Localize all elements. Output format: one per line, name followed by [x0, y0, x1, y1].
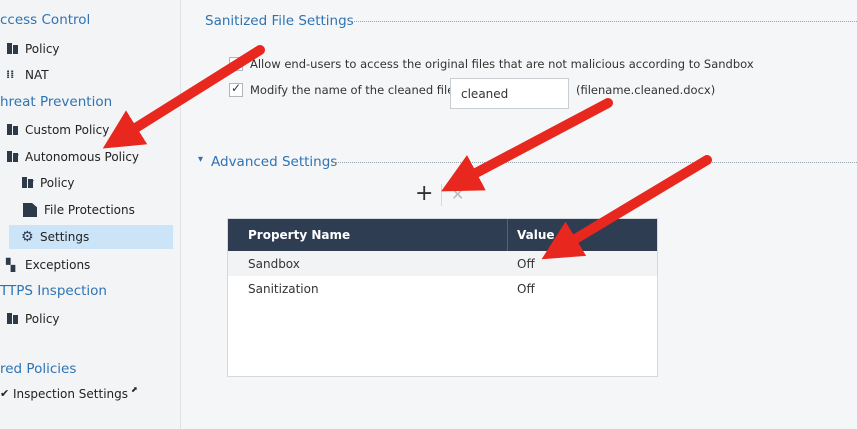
sidebar-item-https-policy[interactable]: Policy — [6, 307, 60, 331]
section-shared-policies[interactable]: red Policies — [0, 361, 76, 377]
sidebar-item-label: Policy — [25, 42, 60, 56]
policy-book-icon — [6, 123, 20, 137]
section-threat-prevention[interactable]: hreat Prevention — [0, 94, 112, 110]
sidebar-item-label: Custom Policy — [25, 123, 110, 137]
settings-panel: Sanitized File Settings Allow end-users … — [182, 0, 857, 429]
section-divider — [332, 162, 857, 163]
sidebar-item-label: Policy — [40, 176, 75, 190]
advanced-settings-title[interactable]: Advanced Settings — [211, 154, 337, 170]
column-header-property-name[interactable]: Property Name — [248, 219, 350, 251]
section-access-control[interactable]: ccess Control — [0, 12, 90, 28]
table-row[interactable]: Sanitization Off — [228, 276, 657, 301]
modify-cleaned-name-checkbox[interactable] — [229, 81, 243, 97]
external-link-icon: ⬈ — [131, 384, 138, 394]
column-header-value[interactable]: Value — [517, 219, 555, 251]
collapse-toggle-icon[interactable]: ▾ — [198, 154, 203, 165]
cleaned-suffix-input[interactable]: cleaned — [450, 78, 569, 109]
file-icon — [23, 203, 37, 217]
sidebar-item-access-policy[interactable]: Policy — [6, 37, 60, 61]
policy-book-icon — [6, 312, 20, 326]
sidebar-item-settings[interactable]: ⚙ Settings — [9, 225, 173, 249]
nat-icon: ⁞⁞ — [6, 68, 15, 81]
property-name-cell: Sanitization — [248, 281, 319, 296]
value-cell[interactable]: Off — [517, 276, 535, 301]
sidebar-item-label: Policy — [25, 312, 60, 326]
property-name-cell: Sandbox — [248, 256, 300, 271]
inspection-settings-icon: ✔ — [0, 387, 10, 400]
sidebar-item-nat[interactable]: ⁞⁞ NAT — [6, 63, 49, 87]
value-cell[interactable]: Off — [517, 251, 535, 276]
sidebar-item-label: Exceptions — [25, 258, 91, 272]
sidebar-item-label: File Protections — [44, 203, 135, 217]
allow-original-files-label: Allow end-users to access the original f… — [250, 57, 754, 71]
sidebar-item-label: NAT — [25, 68, 49, 82]
sidebar-item-inspection-settings[interactable]: ✔ Inspection Settings ⬈ — [0, 382, 138, 406]
column-separator — [507, 219, 508, 251]
sidebar-item-custom-policy[interactable]: Custom Policy — [6, 118, 109, 142]
sidebar-item-autonomous-sub-policy[interactable]: Policy — [21, 171, 75, 195]
exceptions-icon: ▚ — [6, 258, 16, 272]
sidebar-item-label: Settings — [40, 230, 90, 244]
sidebar-item-label: Inspection Settings — [13, 387, 129, 401]
gear-icon: ⚙ — [21, 229, 34, 245]
policy-book-icon — [6, 42, 20, 56]
sanitized-file-settings-title: Sanitized File Settings — [205, 13, 354, 29]
advanced-settings-table: Property Name Value Sandbox Off Sanitiza… — [227, 218, 658, 377]
autonomous-policy-icon — [21, 176, 35, 190]
sidebar-item-exceptions[interactable]: ▚ Exceptions — [6, 253, 90, 277]
sidebar-item-label: Autonomous Policy — [25, 150, 140, 164]
delete-icon[interactable]: ✕ — [451, 186, 464, 204]
modify-cleaned-name-label: Modify the name of the cleaned file: — [250, 83, 459, 97]
allow-original-files-checkbox[interactable] — [229, 57, 243, 71]
navigation-sidebar: ccess Control Policy ⁞⁞ NAT hreat Preven… — [0, 0, 181, 429]
toolbar-separator — [441, 184, 442, 206]
autonomous-policy-icon — [6, 150, 20, 164]
table-header: Property Name Value — [228, 219, 657, 251]
filename-example: (filename.cleaned.docx) — [576, 83, 716, 97]
table-row[interactable]: Sandbox Off — [228, 251, 657, 276]
section-divider — [350, 21, 857, 22]
section-https-inspection[interactable]: TTPS Inspection — [0, 283, 107, 299]
sidebar-item-file-protections[interactable]: File Protections — [21, 198, 135, 222]
add-icon[interactable]: + — [415, 183, 433, 205]
sidebar-item-autonomous-policy[interactable]: Autonomous Policy — [6, 145, 139, 169]
